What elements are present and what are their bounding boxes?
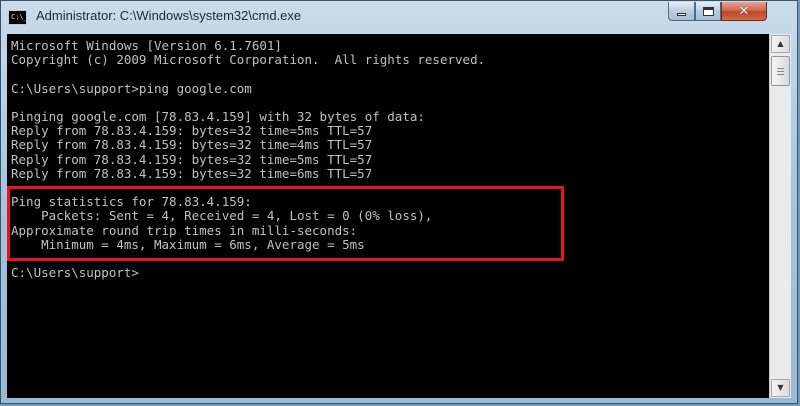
console-line: Reply from 78.83.4.159: bytes=32 time=5m… [11,151,373,167]
console-output[interactable]: Microsoft Windows [Version 6.1.7601] Cop… [7,34,769,398]
minimize-icon [677,13,686,16]
console-line: Reply from 78.83.4.159: bytes=32 time=6m… [11,165,373,181]
close-button[interactable]: ✕ [721,2,767,21]
arrow-down-icon: ▼ [777,383,784,392]
console-line: Reply from 78.83.4.159: bytes=32 time=5m… [11,123,373,139]
cmd-app-icon[interactable]: C:\_ [8,10,28,25]
grip-line [777,71,784,72]
window-title: Administrator: C:\Windows\system32\cmd.e… [36,8,302,23]
maximize-icon [702,6,714,16]
close-icon: ✕ [738,3,750,19]
grip-line [777,68,784,69]
console-line: Reply from 78.83.4.159: bytes=32 time=4m… [11,137,373,153]
scroll-thumb[interactable] [771,56,790,86]
console-line: Microsoft Windows [Version 6.1.7601] [11,38,282,53]
maximize-button[interactable] [695,2,721,21]
arrow-up-icon: ▲ [777,39,784,48]
grip-line [777,74,784,75]
vertical-scrollbar[interactable]: ▲ ▼ [769,34,791,398]
console-line: Pinging google.com [78.83.4.159] with 32… [11,109,425,125]
scroll-down-button[interactable]: ▼ [771,379,790,397]
ping-statistics-highlight [7,186,564,261]
title-bar[interactable]: C:\_ Administrator: C:\Windows\system32\… [1,1,797,34]
cmd-window: C:\_ Administrator: C:\Windows\system32\… [0,0,798,404]
console-line: C:\Users\support>ping google.com [11,80,252,96]
scroll-up-button[interactable]: ▲ [771,35,790,53]
minimize-button[interactable] [668,2,695,21]
console-line: C:\Users\support> [11,265,139,281]
console-line: Copyright (c) 2009 Microsoft Corporation… [11,52,486,68]
